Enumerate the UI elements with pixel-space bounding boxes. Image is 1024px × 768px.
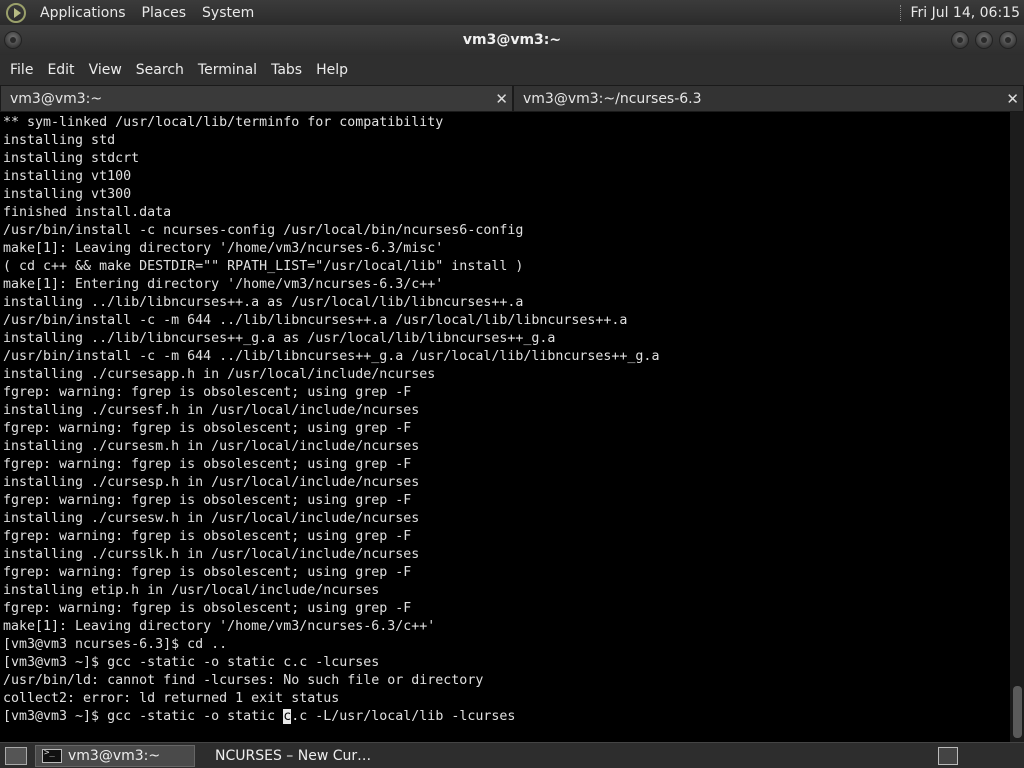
scrollbar-thumb[interactable]	[1013, 686, 1022, 738]
tab-bar: vm3@vm3:~ ✕ vm3@vm3:~/ncurses-6.3 ✕	[0, 85, 1024, 112]
terminal-line: installing etip.h in /usr/local/include/…	[3, 583, 380, 598]
menu-terminal[interactable]: Terminal	[191, 62, 264, 78]
terminal-line: fgrep: warning: fgrep is obsolescent; us…	[3, 565, 412, 580]
terminal-line: /usr/bin/install -c ncurses-config /usr/…	[3, 223, 524, 238]
terminal-lines: ** sym-linked /usr/local/lib/terminfo fo…	[3, 114, 1010, 708]
terminal-line: installing ./cursesm.h in /usr/local/inc…	[3, 439, 420, 454]
terminal-line: installing vt300	[3, 187, 132, 202]
terminal-line: fgrep: warning: fgrep is obsolescent; us…	[3, 601, 412, 616]
menu-view[interactable]: View	[82, 62, 129, 78]
window-menu-icon[interactable]	[4, 31, 22, 49]
menu-help[interactable]: Help	[309, 62, 355, 78]
close-tab-icon[interactable]: ✕	[495, 90, 508, 108]
show-desktop-icon[interactable]	[5, 746, 27, 765]
terminal-line: ( cd c++ && make DESTDIR="" RPATH_LIST="…	[3, 259, 524, 274]
top-panel: Applications Places System Fri Jul 14, 0…	[0, 0, 1024, 25]
close-window-icon[interactable]	[999, 31, 1017, 49]
terminal-line: /usr/bin/install -c -m 644 ../lib/libncu…	[3, 313, 628, 328]
terminal-line: make[1]: Leaving directory '/home/vm3/nc…	[3, 619, 436, 634]
menu-edit[interactable]: Edit	[40, 62, 81, 78]
applications-menu[interactable]: Applications	[32, 5, 134, 21]
terminal-icon	[42, 748, 62, 763]
prompt-text-after-cursor: .c -L/usr/local/lib -lcurses	[291, 709, 516, 724]
tab-label: vm3@vm3:~/ncurses-6.3	[523, 90, 702, 107]
terminal-line: fgrep: warning: fgrep is obsolescent; us…	[3, 457, 412, 472]
bottom-panel: vm3@vm3:~ NCURSES – New Cur…	[0, 742, 1024, 768]
taskbar-item-terminal[interactable]: vm3@vm3:~	[35, 744, 195, 767]
terminal-line: installing stdcrt	[3, 151, 140, 166]
system-menu[interactable]: System	[194, 5, 262, 21]
menubar: File Edit View Search Terminal Tabs Help	[0, 55, 1024, 85]
terminal-line: installing ./cursesapp.h in /usr/local/i…	[3, 367, 436, 382]
terminal-line: installing ./cursslk.h in /usr/local/inc…	[3, 547, 420, 562]
terminal-line: /usr/bin/install -c -m 644 ../lib/libncu…	[3, 349, 660, 364]
window-titlebar[interactable]: vm3@vm3:~	[0, 25, 1024, 55]
terminal-line: ** sym-linked /usr/local/lib/terminfo fo…	[3, 115, 444, 130]
close-tab-icon[interactable]: ✕	[1006, 90, 1019, 108]
terminal-line: installing ../lib/libncurses++_g.a as /u…	[3, 331, 556, 346]
terminal-scrollbar[interactable]	[1010, 112, 1024, 742]
prompt-text-before-cursor: [vm3@vm3 ~]$ gcc -static -o static	[3, 709, 284, 724]
taskbar-item-label: NCURSES – New Cur…	[215, 747, 372, 764]
clock[interactable]: Fri Jul 14, 06:15	[910, 5, 1024, 21]
tray-terminal-icon[interactable]	[938, 747, 958, 765]
taskbar-item-firefox[interactable]: NCURSES – New Cur…	[203, 745, 373, 767]
terminal-line: installing ./cursesp.h in /usr/local/inc…	[3, 475, 420, 490]
window-title: vm3@vm3:~	[462, 32, 562, 48]
terminal-line: installing ./cursesf.h in /usr/local/inc…	[3, 403, 420, 418]
terminal-line: installing ../lib/libncurses++.a as /usr…	[3, 295, 524, 310]
terminal-line: installing ./cursesw.h in /usr/local/inc…	[3, 511, 420, 526]
tab-label: vm3@vm3:~	[10, 90, 103, 107]
terminal-line: [vm3@vm3 ~]$ gcc -static -o static c.c -…	[3, 655, 380, 670]
terminal-line: fgrep: warning: fgrep is obsolescent; us…	[3, 421, 412, 436]
menu-search[interactable]: Search	[129, 62, 191, 78]
terminal-output[interactable]: ** sym-linked /usr/local/lib/terminfo fo…	[0, 112, 1010, 742]
distro-logo-icon[interactable]	[6, 2, 26, 23]
terminal-line: installing vt100	[3, 169, 132, 184]
places-menu[interactable]: Places	[134, 5, 195, 21]
terminal-line: make[1]: Entering directory '/home/vm3/n…	[3, 277, 444, 292]
terminal-line: [vm3@vm3 ncurses-6.3]$ cd ..	[3, 637, 228, 652]
tab-ncurses[interactable]: vm3@vm3:~/ncurses-6.3 ✕	[513, 85, 1024, 112]
maximize-icon[interactable]	[975, 31, 993, 49]
terminal-line: fgrep: warning: fgrep is obsolescent; us…	[3, 385, 412, 400]
menu-file[interactable]: File	[3, 62, 40, 78]
panel-separator	[900, 4, 904, 21]
terminal-line: /usr/bin/ld: cannot find -lcurses: No su…	[3, 673, 484, 688]
tab-home[interactable]: vm3@vm3:~ ✕	[0, 85, 513, 112]
terminal-line: collect2: error: ld returned 1 exit stat…	[3, 691, 340, 706]
taskbar-item-label: vm3@vm3:~	[68, 747, 161, 764]
terminal-line: fgrep: warning: fgrep is obsolescent; us…	[3, 493, 412, 508]
menu-tabs[interactable]: Tabs	[264, 62, 309, 78]
minimize-icon[interactable]	[951, 31, 969, 49]
terminal-prompt-line[interactable]: [vm3@vm3 ~]$ gcc -static -o static c.c -…	[3, 708, 1010, 726]
terminal-line: finished install.data	[3, 205, 172, 220]
terminal-line: fgrep: warning: fgrep is obsolescent; us…	[3, 529, 412, 544]
terminal-line: installing std	[3, 133, 116, 148]
terminal-line: make[1]: Leaving directory '/home/vm3/nc…	[3, 241, 444, 256]
